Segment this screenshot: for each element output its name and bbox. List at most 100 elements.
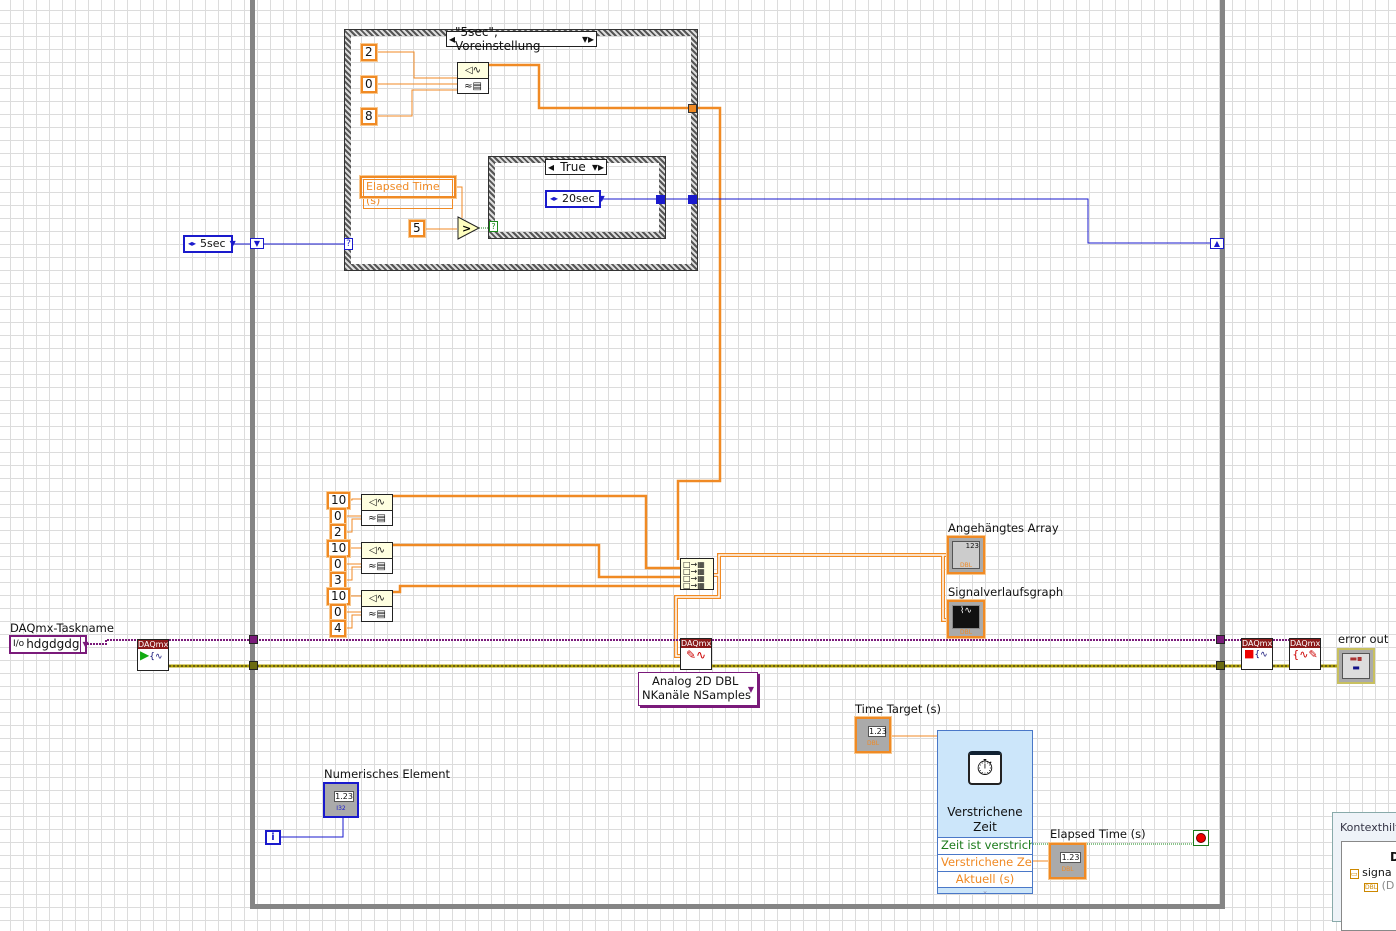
daqmx-header: DAQmx <box>681 639 712 648</box>
daqmx-write[interactable]: DAQmx ✎∿ <box>680 638 712 670</box>
dropdown-arrow-icon: ▼ <box>747 685 754 694</box>
task-name-value: hdgdgdg <box>26 637 80 651</box>
time-target-control[interactable]: 1.23 DBL <box>854 716 892 754</box>
waveform-icon: ≈▤ <box>368 609 386 620</box>
output-elapsed-time[interactable]: Verstrichene Zei <box>938 854 1032 871</box>
daqmx-start-task[interactable]: DAQmx ▶{∿ <box>137 639 169 671</box>
constant-amplitude[interactable]: 2 <box>360 43 378 62</box>
stop-icon: ■{∿ <box>1244 647 1268 661</box>
case-selector-terminal: ? <box>344 238 353 250</box>
error-out-indicator[interactable]: ▬▪ ▬ <box>1337 648 1375 684</box>
stop-condition-terminal[interactable] <box>1193 830 1209 846</box>
case-selector-label: "5sec", Voreinstellung <box>455 25 541 53</box>
enum-constant-20sec[interactable]: ◂▸ 20sec ▼ <box>545 190 605 208</box>
case-selector-inner[interactable]: ◂ True ▾▸ <box>545 159 607 175</box>
expand-chevron-icon[interactable]: ⌄ <box>938 887 1032 895</box>
waveform-icon: ≈▤ <box>464 81 482 92</box>
shift-register-down-icon[interactable]: ▼ <box>250 238 264 249</box>
appended-array-indicator[interactable]: 123 DBL <box>946 535 986 575</box>
graph-icon: ⌇∿ <box>952 605 980 629</box>
pencil-wave-icon: ✎∿ <box>685 648 707 662</box>
elapsed-time-label: Elapsed Time (s) <box>1050 827 1146 841</box>
sine-waveform-node[interactable]: ◁∿ ≈▤ <box>361 542 393 574</box>
daqmx-header: DAQmx <box>1290 639 1321 648</box>
context-help-sub: DBL (D <box>1364 879 1395 892</box>
shift-register-up-icon[interactable]: ▲ <box>1210 238 1224 249</box>
waveform-graph-indicator[interactable]: ⌇∿ DBL <box>946 599 986 639</box>
build-array-node[interactable]: □→▦ □→▦ □→▦ □→▦ <box>680 558 714 590</box>
context-help-window[interactable]: Kontexthilf D ▭ signa DBL (D <box>1332 812 1396 931</box>
write-mode-line1: Analog 2D DBL <box>652 674 739 688</box>
speaker-wave-icon: ◁∿ <box>362 543 392 559</box>
shift-register-right <box>1216 635 1225 644</box>
express-vi-title: Verstrichene <box>947 805 1023 819</box>
constant-amplitude-3[interactable]: 10 <box>325 587 352 606</box>
speaker-wave-icon: ◁∿ <box>362 591 392 607</box>
waveform-graph-label: Signalverlaufsgraph <box>948 585 1064 599</box>
local-variable-elapsed[interactable]: Elapsed Time (s) <box>359 175 457 209</box>
output-current[interactable]: Aktuell (s) <box>938 871 1032 888</box>
context-help-heading: D <box>1390 850 1396 864</box>
shift-register-left <box>249 635 258 644</box>
output-tunnel-enum <box>688 195 697 204</box>
array-icon: 123 DBL <box>952 541 980 569</box>
speaker-wave-icon: ◁∿ <box>362 495 392 511</box>
numeric-display: 1.23 <box>868 726 887 737</box>
svg-text:>: > <box>462 222 471 235</box>
constant-frequency-1[interactable]: 2 <box>329 523 347 542</box>
sine-waveform-node[interactable]: ◁∿ ≈▤ <box>361 494 393 526</box>
elapsed-time-express-vi[interactable]: ⏱ Verstrichene Zeit Zeit ist verstrich Ve… <box>937 730 1033 895</box>
numeric-indicator[interactable]: 1.23 I32 <box>323 782 359 818</box>
constant-offset[interactable]: 0 <box>360 75 378 94</box>
eraser-icon: {∿✎ <box>1292 648 1318 661</box>
case-selector-label: True <box>560 160 586 174</box>
enum-constant-5sec[interactable]: ◂▸ 5sec ▼ <box>183 235 236 253</box>
play-icon: ▶{∿ <box>140 648 163 662</box>
task-name-control[interactable]: I/o hdgdgdg ▼ <box>9 635 89 654</box>
daqmx-stop-task[interactable]: DAQmx ■{∿ <box>1241 638 1273 670</box>
constant-offset-2[interactable]: 0 <box>329 555 347 574</box>
waveform-icon: ≈▤ <box>368 513 386 524</box>
numeric-label: Numerisches Element <box>324 767 451 781</box>
io-icon: I/o <box>13 639 25 649</box>
constant-frequency-2[interactable]: 3 <box>329 571 347 590</box>
local-variable-label: Elapsed Time (s) <box>363 179 453 209</box>
sine-waveform-node[interactable]: ◁∿ ≈▤ <box>457 62 489 94</box>
daqmx-clear-task[interactable]: DAQmx {∿✎ <box>1289 638 1321 670</box>
constant-offset-1[interactable]: 0 <box>329 507 347 526</box>
error-tunnel-left <box>249 661 258 670</box>
task-name-label: DAQmx-Taskname <box>10 621 114 635</box>
error-out-label: error out <box>1338 632 1389 646</box>
time-target-label: Time Target (s) <box>855 702 941 716</box>
stop-icon <box>1196 833 1206 843</box>
case-selector-outer[interactable]: ◂ "5sec", Voreinstellung ▾▸ <box>446 25 597 53</box>
error-tunnel-right <box>1216 661 1225 670</box>
speaker-wave-icon: ◁∿ <box>458 63 488 79</box>
context-help-title: Kontexthilf <box>1340 821 1396 834</box>
dropdown-arrow-icon[interactable]: ▼ <box>79 637 91 652</box>
express-vi-title: Zeit <box>973 820 997 834</box>
output-tunnel <box>688 104 697 113</box>
constant-offset-3[interactable]: 0 <box>329 603 347 622</box>
polymorphic-selector[interactable]: Analog 2D DBL NKanäle NSamples ▼ <box>638 672 758 706</box>
cluster-icon: ▬▪ ▬ <box>1342 653 1370 679</box>
stopwatch-icon: ⏱ <box>968 751 1002 785</box>
greater-than-icon[interactable]: > <box>457 216 481 240</box>
constant-frequency-3[interactable]: 4 <box>329 619 347 638</box>
enum-value: 20sec <box>562 192 595 205</box>
numeric-display: 1.23 <box>334 791 354 802</box>
constant-amplitude-1[interactable]: 10 <box>325 491 352 510</box>
constant-frequency[interactable]: 8 <box>360 107 378 126</box>
enum-value: 5sec <box>200 237 226 250</box>
constant-compare[interactable]: 5 <box>408 219 426 238</box>
sine-waveform-node[interactable]: ◁∿ ≈▤ <box>361 590 393 622</box>
elapsed-time-indicator[interactable]: 1.23 DBL <box>1048 842 1087 880</box>
appended-array-label: Angehängtes Array <box>948 521 1059 535</box>
context-help-item: ▭ signa <box>1350 866 1392 879</box>
case-selector-terminal-bool: ? <box>489 221 498 232</box>
write-mode-line2: NKanäle NSamples <box>642 688 751 702</box>
constant-amplitude-2[interactable]: 10 <box>325 539 352 558</box>
waveform-icon: ≈▤ <box>368 561 386 572</box>
output-time-elapsed[interactable]: Zeit ist verstrich <box>938 837 1032 854</box>
iteration-terminal: i <box>265 830 281 845</box>
